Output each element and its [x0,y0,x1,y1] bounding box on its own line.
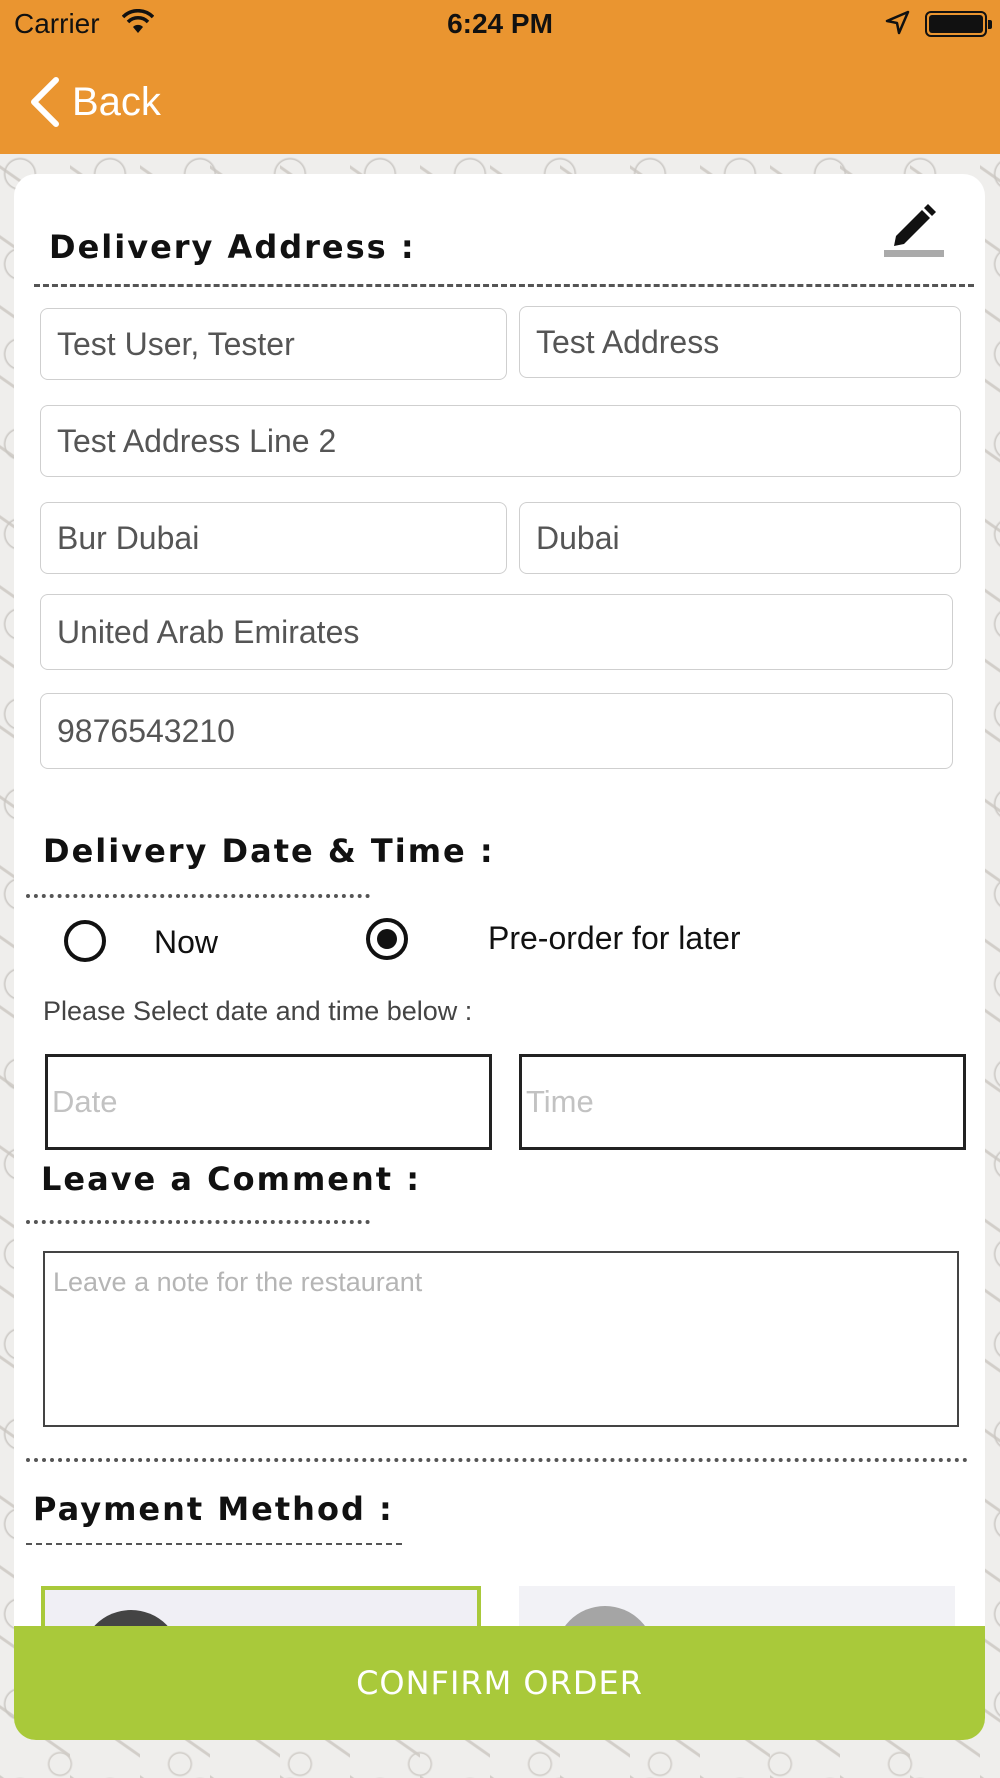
clock: 6:24 PM [447,8,553,39]
date-time-hint: Please Select date and time below : [43,996,473,1026]
divider [34,284,974,287]
status-bar: Carrier 6:24 PM [0,0,1000,50]
address-line-1-field[interactable]: Test Address [519,306,961,378]
delivery-address-title: Delivery Address : [49,228,416,266]
address-line-2-field[interactable]: Test Address Line 2 [40,405,961,477]
payment-title: Payment Method : [33,1490,394,1528]
chevron-left-icon [31,77,59,127]
area-field[interactable]: Bur Dubai [40,502,507,574]
radio-preorder[interactable] [366,918,408,960]
phone-field[interactable]: 9876543210 [40,693,953,769]
location-arrow-icon [885,10,910,35]
comment-textarea[interactable]: Leave a note for the restaurant [43,1251,959,1427]
nav-bar: Back [0,50,1000,154]
name-field[interactable]: Test User, Tester [40,308,507,380]
edit-pencil-icon[interactable] [882,198,946,258]
divider [26,1220,370,1224]
date-input[interactable]: Date [45,1054,492,1150]
divider [26,1458,968,1462]
delivery-time-title: Delivery Date & Time : [43,832,495,870]
checkout-card: Delivery Address : Test User, Tester Tes… [14,174,985,1740]
comment-title: Leave a Comment : [41,1160,421,1198]
divider [26,894,370,898]
back-button[interactable]: Back [28,74,161,130]
city-field[interactable]: Dubai [519,502,961,574]
back-label: Back [72,79,161,124]
radio-now[interactable] [64,920,106,962]
confirm-order-button[interactable]: CONFIRM ORDER [14,1626,985,1740]
country-field[interactable]: United Arab Emirates [40,594,953,670]
radio-preorder-label: Pre-order for later [488,920,741,956]
battery-icon [925,11,992,37]
radio-now-label: Now [154,924,219,960]
divider [26,1543,402,1545]
time-input[interactable]: Time [519,1054,966,1150]
